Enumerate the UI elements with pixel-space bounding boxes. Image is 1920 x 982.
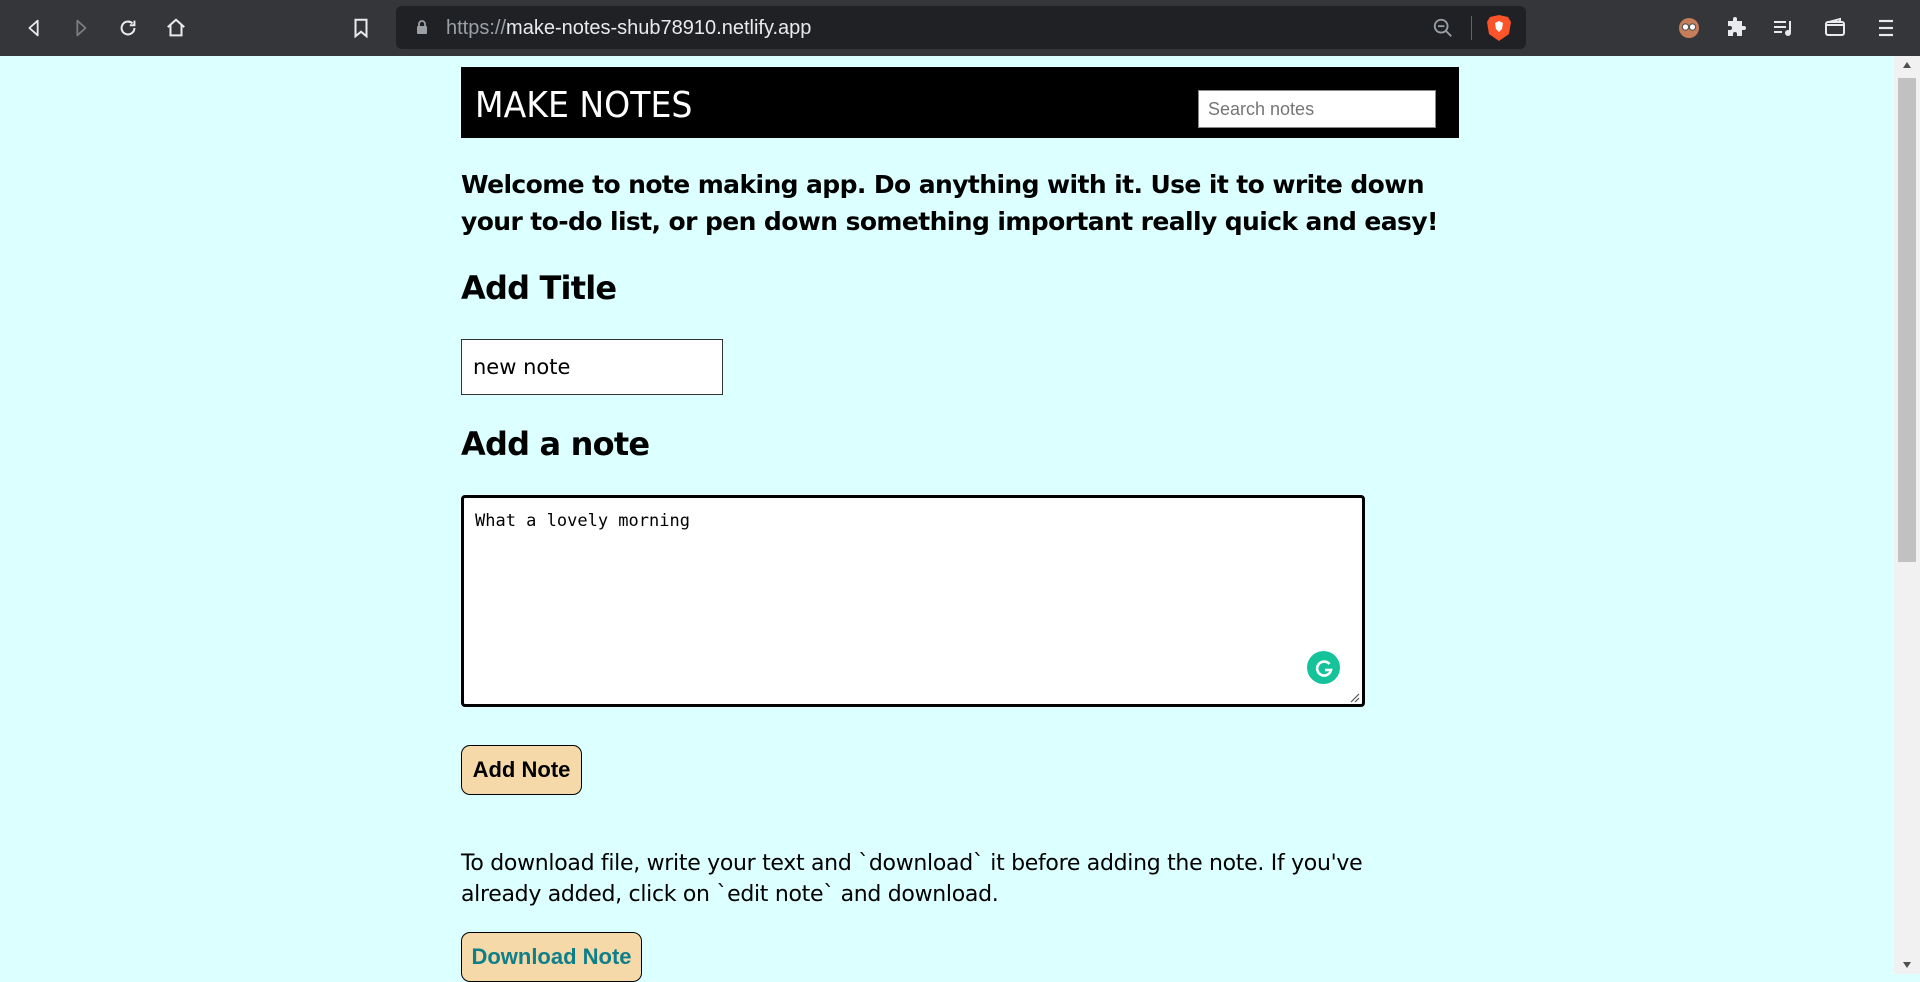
site-header: MAKE NOTES <box>461 67 1459 138</box>
url-divider <box>1471 16 1472 40</box>
url-text: https://make-notes-shub78910.netlify.app <box>446 17 811 40</box>
scroll-up-arrow-icon[interactable] <box>1894 56 1920 74</box>
add-note-button[interactable]: Add Note <box>461 745 582 795</box>
bookmark-icon[interactable] <box>343 10 379 46</box>
welcome-text: Welcome to note making app. Do anything … <box>461 170 1438 236</box>
address-bar[interactable]: https://make-notes-shub78910.netlify.app <box>396 6 1526 49</box>
media-playlist-icon[interactable] <box>1767 12 1799 44</box>
extension-avatar-icon[interactable] <box>1673 12 1705 44</box>
zoom-out-icon[interactable] <box>1432 17 1454 39</box>
extensions-puzzle-icon[interactable] <box>1720 12 1752 44</box>
wallet-icon[interactable] <box>1819 12 1851 44</box>
menu-icon[interactable] <box>1870 12 1902 44</box>
note-textarea[interactable]: What a lovely morning <box>461 495 1365 707</box>
scroll-down-arrow-icon[interactable] <box>1894 956 1920 974</box>
browser-toolbar: https://make-notes-shub78910.netlify.app <box>0 0 1920 56</box>
vertical-scrollbar[interactable] <box>1894 56 1920 974</box>
url-host: make-notes-shub78910.netlify.app <box>506 17 812 39</box>
resize-handle-icon[interactable] <box>1348 691 1360 703</box>
reload-icon[interactable] <box>110 10 146 46</box>
lock-icon <box>417 20 427 34</box>
home-icon[interactable] <box>158 10 194 46</box>
grammarly-icon[interactable] <box>1307 651 1340 684</box>
scrollbar-thumb[interactable] <box>1898 78 1916 562</box>
download-instructions: To download file, write your text and `d… <box>461 851 1363 907</box>
add-title-heading: Add Title <box>461 269 617 307</box>
download-note-button[interactable]: Download Note <box>461 932 642 982</box>
title-input[interactable] <box>461 339 723 395</box>
brave-shield-icon[interactable] <box>1486 14 1512 42</box>
add-note-heading: Add a note <box>461 425 650 463</box>
back-icon[interactable] <box>16 10 52 46</box>
url-scheme: https:// <box>446 17 507 39</box>
brand-title: MAKE NOTES <box>475 85 693 126</box>
search-input[interactable] <box>1198 90 1436 128</box>
forward-icon[interactable] <box>63 10 99 46</box>
